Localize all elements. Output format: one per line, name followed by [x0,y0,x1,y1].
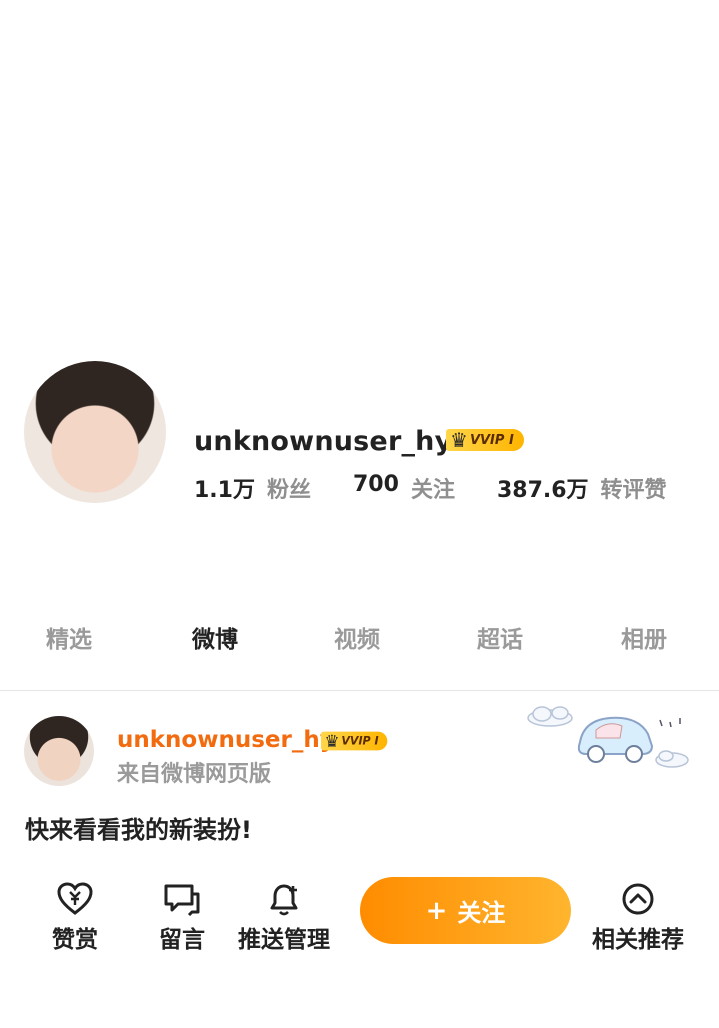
stat-reposts-comments-likes[interactable]: 387.6万 转评赞 [497,472,667,504]
follow-label: 关注 [457,899,506,927]
post-source: 来自微博网页版 [117,762,272,787]
stat-followers[interactable]: 1.1万 粉丝 [194,472,311,504]
stat-value: 700 [353,472,399,497]
vvip-badge-label: VVIP I [469,432,514,448]
tab-weibo[interactable]: 微博 [192,620,238,654]
push-settings-button[interactable]: 推送管理 [238,882,330,954]
profile-avatar[interactable] [24,361,166,503]
push-settings-label: 推送管理 [238,927,330,953]
bell-plus-icon [270,884,298,916]
vvip-badge[interactable]: ♛ VVIP I [446,428,524,452]
post-text[interactable]: 快来看看我的新装扮! [25,810,252,845]
follow-button[interactable]: + 关注 [360,877,571,944]
crown-icon: ♛ [324,730,340,752]
stat-label: 关注 [410,478,455,503]
message-label: 留言 [159,927,205,953]
vvip-badge-label: VVIP I [341,734,379,748]
chevron-up-circle-icon [622,883,654,915]
tab-album[interactable]: 相册 [621,620,667,654]
crown-icon: ♛ [450,428,468,452]
post-avatar[interactable] [24,716,94,786]
post-username[interactable]: unknownuser_hy [117,727,335,753]
stat-label: 转评赞 [600,478,667,503]
card-decoration-car-clouds-icon [527,706,689,768]
profile-stats: 1.1万 粉丝 700 关注 387.6万 转评赞 [194,472,709,504]
stat-value: 1.1万 [194,478,255,503]
stat-following[interactable]: 700 关注 [353,472,455,504]
plus-icon: + [425,895,448,926]
tab-super-topic[interactable]: 超话 [477,620,523,654]
tab-video[interactable]: 视频 [334,620,380,654]
tab-featured[interactable]: 精选 [46,620,92,654]
reward-button[interactable]: 赞赏 [52,882,98,954]
stat-label: 粉丝 [266,478,311,503]
comment-icon [164,884,200,916]
related-recommend-button[interactable]: 相关推荐 [592,882,684,954]
profile-username[interactable]: unknownuser_hy [194,426,452,457]
divider [0,690,719,691]
heart-yen-icon [57,882,93,915]
post-vvip-badge[interactable]: ♛ VVIP I [321,730,388,752]
stat-value: 387.6万 [496,478,589,503]
reward-label: 赞赏 [52,927,98,953]
related-recommend-label: 相关推荐 [592,927,684,953]
message-button[interactable]: 留言 [159,882,205,954]
profile-tabs: 精选 微博 视频 超话 相册 [0,620,719,660]
